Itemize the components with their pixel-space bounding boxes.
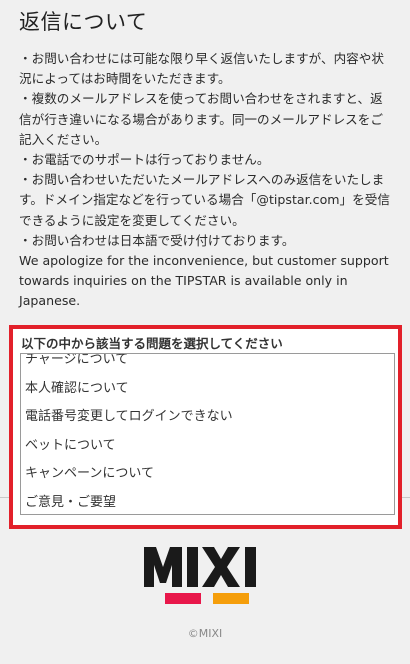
page: 返信について ・お問い合わせには可能な限り早く返信いたしますが、内容や状況によっ… — [0, 0, 410, 664]
copyright: ©MIXI — [187, 627, 223, 640]
mixi-logo-icon — [144, 547, 256, 604]
option-bet[interactable]: ベットについて — [21, 432, 394, 461]
paragraph: ・お問い合わせには可能な限り早く返信いたしますが、内容や状況によってはお時間をい… — [19, 51, 384, 87]
page-title: 返信について — [19, 10, 148, 34]
option-phone-change-login[interactable]: 電話番号変更してログインできない — [21, 403, 394, 432]
paragraph: ・お電話でのサポートは行っておりません。 — [19, 152, 270, 168]
paragraph: ・複数のメールアドレスを使ってお問い合わせをされますと、返信が行き違いになる場合… — [19, 91, 383, 147]
paragraph-english: We apologize for the inconvenience, but … — [19, 253, 389, 309]
paragraph: ・お問い合わせいただいたメールアドレスへのみ返信をいたします。ドメイン指定などを… — [19, 172, 390, 228]
paragraph: ・お問い合わせは日本語で受け付けております。 — [19, 232, 295, 248]
option-campaign[interactable]: キャンペーンについて — [21, 460, 394, 489]
reply-info-text: ・お問い合わせには可能な限り早く返信いたしますが、内容や状況によってはお時間をい… — [19, 49, 393, 312]
issue-selector-panel: 以下の中から該当する問題を選択してください チャージについて 本人確認について … — [9, 325, 402, 529]
issue-options-list[interactable]: チャージについて 本人確認について 電話番号変更してログインできない ベットにつ… — [20, 353, 395, 515]
mixi-logo — [142, 543, 270, 611]
issue-selector-title: 以下の中から該当する問題を選択してください — [21, 336, 283, 351]
option-charge[interactable]: チャージについて — [21, 354, 394, 375]
option-identity-verification[interactable]: 本人確認について — [21, 375, 394, 404]
option-feedback[interactable]: ご意見・ご要望 — [21, 489, 394, 515]
